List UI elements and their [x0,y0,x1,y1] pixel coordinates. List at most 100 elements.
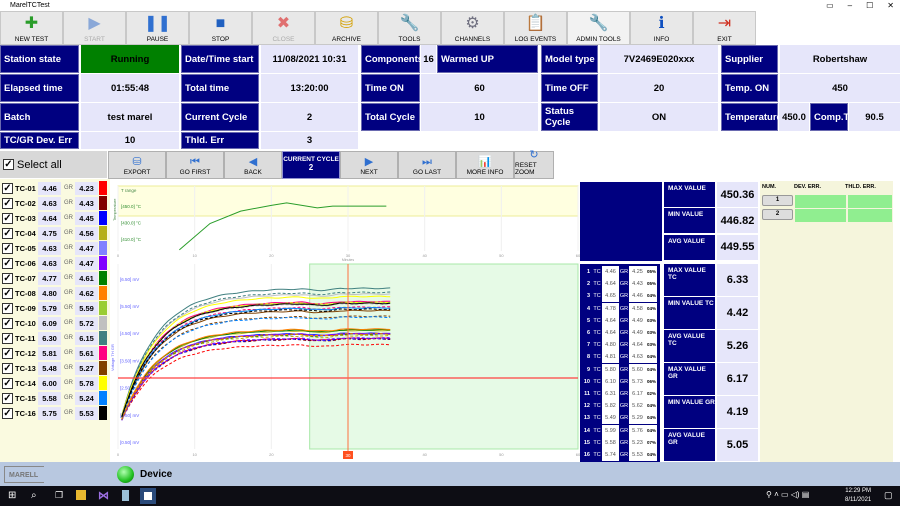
gr-label: GR [64,395,73,401]
visual-studio-icon[interactable]: ⋈ [98,489,109,502]
channel-color-swatch [99,241,107,255]
taskbar: ⊞ ⌕ ❐ ⋈ ⚲ ˄ ▭ ◁) ▤ 12:29 PM 8/11/2021 ▢ [0,486,900,506]
channel-row: ✓ TC-01 4.46 GR 4.23 [0,181,110,195]
file-explorer-icon[interactable] [76,490,86,500]
gr-label: GR [619,342,629,349]
channel-checkbox[interactable]: ✓ [2,272,13,284]
current-cycle-label: Current Cycle [181,103,259,131]
reset-zoom-button[interactable]: ↻ RESET ZOOM [514,149,554,179]
gr-value: 5.53 [629,449,646,461]
search-icon[interactable]: ⌕ [31,490,37,501]
next-button[interactable]: ▶ NEXT [340,151,398,179]
archive-button[interactable]: ⛁ ARCHIVE [315,11,378,45]
admin-wrench-icon: 🔧 [588,15,609,32]
row-number: 6 [586,330,590,336]
channel-checkbox[interactable]: ✓ [2,182,13,194]
channel-checkbox[interactable]: ✓ [2,257,13,269]
gr-value: 4.64 [629,339,646,352]
next-icon: ▶ [364,156,374,168]
system-tray-icons[interactable]: ⚲ ˄ ▭ ◁) ▤ [766,490,809,499]
channel-checkbox[interactable]: ✓ [2,302,13,314]
channel-checkbox[interactable]: ✓ [2,227,13,239]
windows-start-icon[interactable]: ⊞ [8,490,16,501]
restore-tile-icon[interactable]: ▭ [826,0,834,11]
notification-icon[interactable]: ▢ [884,490,893,501]
status-cycle-value: ON [600,103,718,131]
reset-zoom-icon: ↻ [529,149,539,161]
info-icon: ℹ [658,15,665,32]
pause-button[interactable]: ❚❚ PAUSE [126,11,189,45]
pause-icon: ❚❚ [144,15,171,32]
exit-button[interactable]: ⇥ EXIT [693,11,756,45]
channel-checkbox[interactable]: ✓ [2,392,13,404]
clock[interactable]: 12:29 PM 8/11/2021 [845,487,871,505]
x-tick-label: 0 [117,452,120,457]
go-first-button[interactable]: ⏮ GO FIRST [166,151,224,179]
row-number: 8 [586,354,590,361]
channel-checkbox[interactable]: ✓ [2,377,13,389]
error-table-header: THLD. ERR. [845,184,876,190]
start-button[interactable]: ▶ START [63,11,126,45]
tools-button[interactable]: 🔧 TOOLS [378,11,441,45]
row-number: 2 [586,281,590,288]
tc-stat-label: MAX VALUE TC [664,264,715,296]
channel-color-swatch [99,376,107,390]
error-row-button[interactable]: 1 [762,195,793,206]
tc-stat-label: MIN VALUE GR [664,396,715,428]
tc-value: 5.99 [602,424,619,437]
app-icon[interactable] [122,490,129,501]
minimize-button[interactable]: – [848,0,852,11]
maximize-button[interactable]: ☐ [866,0,873,11]
channel-checkbox[interactable]: ✓ [2,212,13,224]
gr-label: GR [64,380,73,386]
channel-row: ✓ TC-04 4.75 GR 4.56 [0,226,110,240]
gr-value: 5.76 [629,424,646,437]
new-test-icon: ✚ [24,15,39,32]
stop-button[interactable]: ■ STOP [189,11,252,45]
channel-name: TC-13 [15,363,36,373]
supplier-value: Robertshaw [780,45,900,73]
deviation-percent: 03% [646,314,657,327]
channel-checkbox[interactable]: ✓ [2,332,13,344]
mareltctest-taskbar-icon[interactable] [140,488,156,504]
log-events-button[interactable]: 📋 LOG EVENTS [504,11,567,45]
error-row-button[interactable]: 2 [762,209,793,220]
task-view-icon[interactable]: ❐ [55,490,63,501]
channel-checkbox[interactable]: ✓ [2,407,13,419]
chart-area[interactable]: 00101020203030404050506060MinutesT range… [110,181,581,462]
temperature-value: 450.0 [779,103,809,131]
row-number: 5 [586,317,590,324]
gr-value: 5.59 [75,301,98,315]
channel-checkbox[interactable]: ✓ [2,347,13,359]
close-button[interactable]: ✖ CLOSE [252,11,315,45]
channel-checkbox[interactable]: ✓ [2,197,13,209]
select-all-checkbox[interactable]: ✓ Select all [0,151,107,178]
thld-err-cell [848,209,892,222]
gr-label: GR [619,281,629,288]
gr-label: GR [64,185,73,191]
admin-tools-button[interactable]: 🔧 ADMIN TOOLS [567,11,630,45]
temp-stat-value: 449.55 [717,234,758,260]
close-window-button[interactable]: ✕ [887,0,894,11]
new-test-button[interactable]: ✚ NEW TEST [0,11,63,45]
row-number: 10 [583,378,590,385]
chart-svg[interactable]: 00101020203030404050506060MinutesT range… [110,181,581,462]
tc-value: 6.09 [38,316,61,330]
x-axis-label: Minutes [342,258,355,262]
channel-checkbox[interactable]: ✓ [2,317,13,329]
export-button[interactable]: ⛁ EXPORT [108,151,166,179]
tc-label: TC [593,378,601,385]
x-tick-label: 50 [499,253,504,258]
info-button[interactable]: ℹ INFO [630,11,693,45]
go-last-button[interactable]: ⏭ GO LAST [398,151,456,179]
gr-label: GR [64,290,73,296]
row-number: 11 [584,391,590,397]
channel-checkbox[interactable]: ✓ [2,242,13,254]
channel-checkbox[interactable]: ✓ [2,287,13,299]
tc-value: 4.77 [38,271,61,285]
channels-button[interactable]: ⚙ CHANNELS [441,11,504,45]
channel-checkbox[interactable]: ✓ [2,362,13,374]
deviation-percent: 04% [646,412,657,425]
back-button[interactable]: ◀ BACK [224,151,282,179]
more-info-button[interactable]: 📊 MORE INFO [456,151,514,179]
